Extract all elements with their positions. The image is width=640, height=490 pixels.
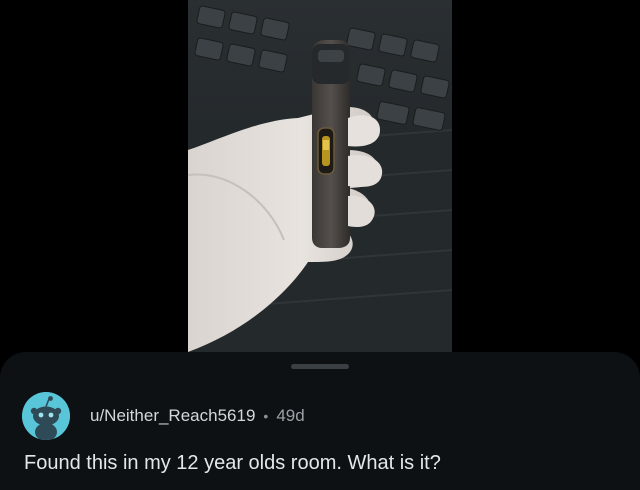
post-image[interactable] — [188, 0, 452, 352]
post-author[interactable]: u/Neither_Reach5619 — [90, 406, 255, 426]
reddit-snoo-avatar-icon[interactable] — [22, 392, 70, 440]
post-age: 49d — [276, 406, 305, 425]
sheet-drag-handle[interactable] — [291, 364, 349, 369]
meta-separator: • — [263, 408, 269, 424]
post-photo-vape-in-hand — [188, 0, 452, 352]
post-title: Found this in my 12 year olds room. What… — [24, 452, 441, 474]
image-viewer[interactable] — [0, 0, 640, 352]
post-meta: u/Neither_Reach5619 • 49d — [90, 405, 305, 427]
